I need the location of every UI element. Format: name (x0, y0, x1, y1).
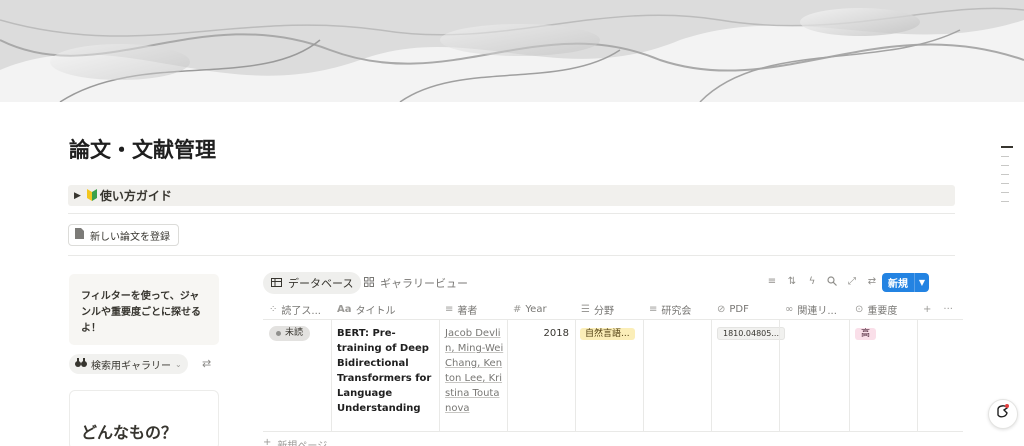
field-cell[interactable]: 自然言語... (580, 326, 635, 342)
column-header-field[interactable]: ☰ 分野 (575, 298, 643, 320)
settings-sliders-icon[interactable]: ⇄ (866, 274, 878, 288)
guide-toggle[interactable]: ▶ 使い方ガイド (68, 185, 955, 206)
outline-item[interactable] (1001, 174, 1009, 175)
status-cell[interactable]: 未読 (269, 326, 311, 341)
authors-cell[interactable]: Jacob Devlin, Ming-Wei Chang, Kenton Lee… (445, 326, 505, 416)
search-icon[interactable] (826, 274, 838, 288)
outline-item[interactable] (1001, 192, 1009, 193)
outline-item[interactable] (1001, 183, 1009, 184)
column-divider (507, 320, 508, 432)
new-page-label: 新規ページ (277, 437, 327, 446)
outline-item[interactable] (1001, 201, 1009, 202)
pdf-file-tag[interactable]: 1810.04805... (717, 327, 785, 340)
outline-item[interactable] (1001, 146, 1013, 148)
help-button[interactable] (988, 399, 1018, 429)
column-divider (575, 320, 576, 432)
tab-database-label: データベース (288, 277, 354, 290)
filter-callout: フィルターを使って、ジャンルや重要度ごとに探せるよ！ (69, 274, 219, 345)
lines-icon: ≡ (445, 303, 454, 315)
beginner-mark-icon (86, 186, 97, 205)
importance-cell[interactable]: 高 (855, 326, 877, 342)
view-toolbar: ≡ ⇅ ϟ ⤢ ⇄ (766, 274, 878, 288)
hash-icon: # (513, 303, 522, 315)
toggle-triangle-icon[interactable]: ▶ (74, 191, 81, 201)
column-header-related[interactable]: ∞ 関連リ... (779, 298, 849, 320)
expand-icon[interactable]: ⤢ (846, 274, 858, 288)
page-title: 論文・文献管理 (69, 138, 216, 162)
divider (68, 255, 955, 256)
table-header: ⁘ 読了ス... Aa タイトル ≡ 著者 # Year ☰ 分野 ≡ 研究会 ⊘ PDF ∞… (263, 298, 963, 320)
table-icon (271, 277, 282, 290)
column-header-status[interactable]: ⁘ 読了ス... (263, 298, 331, 320)
column-header-authors[interactable]: ≡ 著者 (439, 298, 507, 320)
importance-tag: 高 (855, 328, 877, 340)
status-badge: 未読 (269, 326, 311, 341)
year-cell[interactable]: 2018 (513, 326, 569, 341)
outline-item[interactable] (1001, 156, 1009, 157)
column-divider (643, 320, 644, 432)
column-header-society[interactable]: ≡ 研究会 (643, 298, 711, 320)
settings-sliders-icon[interactable]: ⇄ (202, 357, 211, 370)
papers-table: ⁘ 読了ス... Aa タイトル ≡ 著者 # Year ☰ 分野 ≡ 研究会 ⊘ PDF ∞… (263, 298, 963, 432)
callout-text: フィルターを使って、ジャンルや重要度ごとに探せるよ！ (81, 291, 201, 334)
text-icon: Aa (337, 303, 352, 315)
more-icon[interactable]: ··· (943, 304, 953, 315)
link-icon: ∞ (785, 303, 794, 315)
column-header-pdf[interactable]: ⊘ PDF (711, 298, 779, 320)
binoculars-icon (75, 358, 87, 370)
column-header-importance[interactable]: ⊙ 重要度 (849, 298, 919, 320)
cover-image (0, 0, 1024, 102)
register-button-label: 新しい論文を登録 (90, 231, 170, 243)
divider (68, 213, 955, 214)
pdf-cell[interactable]: 1810.04805... (717, 326, 785, 341)
column-header-year[interactable]: # Year (507, 298, 575, 320)
chevron-down-icon[interactable]: ▼ (915, 273, 929, 292)
column-divider (779, 320, 780, 432)
column-header-title[interactable]: Aa タイトル (331, 298, 439, 320)
title-cell[interactable]: BERT: Pre-training of Deep Bidirectional… (337, 326, 435, 416)
page-icon (75, 228, 84, 242)
tab-gallery-label: ギャラリービュー (380, 277, 468, 290)
plus-icon: + (263, 437, 272, 446)
column-divider (917, 320, 918, 432)
column-actions: + ··· (917, 298, 963, 320)
register-paper-button[interactable]: 新しい論文を登録 (68, 224, 179, 246)
sort-icon[interactable]: ⇅ (786, 274, 798, 288)
tab-database[interactable]: データベース (263, 272, 362, 294)
gallery-view-select[interactable]: 検索用ギャラリー ⌄ (69, 354, 188, 374)
paperclip-icon: ⊘ (717, 303, 726, 315)
notion-assistant-icon (994, 403, 1012, 425)
lines-icon: ≡ (649, 303, 658, 315)
field-tag: 自然言語... (580, 328, 635, 340)
gallery-icon (364, 276, 374, 290)
column-divider (711, 320, 712, 432)
status-icon: ⁘ (269, 303, 278, 315)
outline-item[interactable] (1001, 165, 1009, 166)
guide-toggle-label: 使い方ガイド (99, 189, 172, 203)
new-page-row[interactable]: + 新規ページ (263, 437, 327, 446)
filter-icon[interactable]: ≡ (766, 274, 778, 288)
new-button-label[interactable]: 新規 (882, 273, 915, 292)
card-title: どんなもの？ (81, 423, 178, 442)
automation-icon[interactable]: ϟ (806, 274, 818, 288)
status-dot-icon (276, 331, 281, 336)
add-column-icon[interactable]: + (923, 304, 931, 315)
new-entry-button[interactable]: 新規 ▼ (882, 273, 929, 292)
multiselect-icon: ☰ (581, 303, 590, 315)
gallery-select-label: 検索用ギャラリー (91, 360, 171, 372)
page-outline[interactable] (1001, 146, 1013, 210)
tab-gallery[interactable]: ギャラリービュー (364, 272, 468, 294)
column-divider (849, 320, 850, 432)
select-icon: ⊙ (855, 303, 864, 315)
table-row[interactable]: 未読 BERT: Pre-training of Deep Bidirectio… (263, 320, 963, 432)
chevron-down-icon: ⌄ (175, 359, 182, 369)
column-divider (331, 320, 332, 432)
column-divider (439, 320, 440, 432)
gallery-card[interactable]: どんなもの？ (69, 390, 219, 446)
